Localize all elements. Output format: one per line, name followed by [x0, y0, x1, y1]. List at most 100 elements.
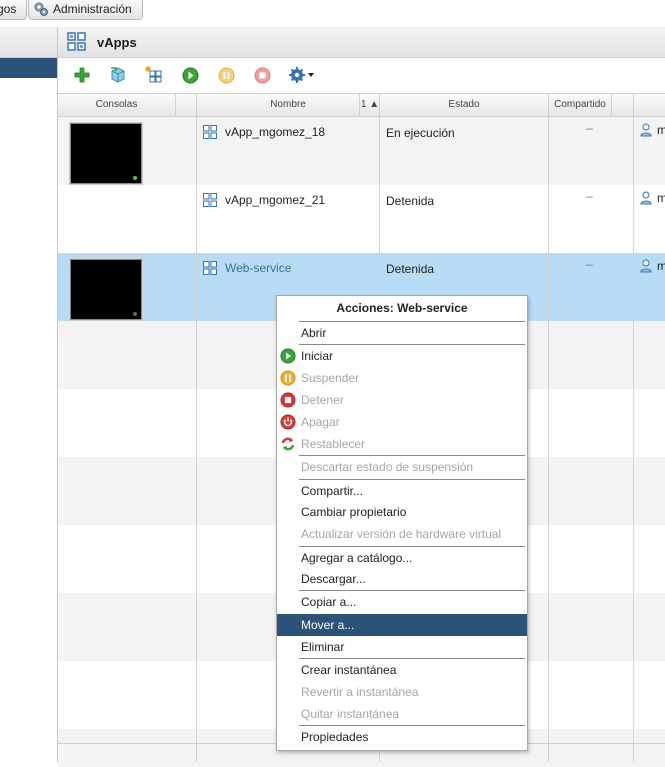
play-icon	[182, 67, 198, 83]
add-from-catalog-button[interactable]	[109, 66, 127, 84]
stopped-indicator-icon	[133, 312, 137, 316]
col-header-status[interactable]: Estado	[380, 94, 549, 116]
menu-item-label: Eliminar	[301, 640, 345, 654]
menu-item-label: Mover a...	[301, 618, 355, 632]
vapp-owner-name: m	[657, 191, 665, 205]
gear-icon	[289, 67, 314, 83]
plus-icon	[74, 67, 90, 83]
add-vapp-button[interactable]	[73, 66, 91, 84]
menu-item-move-to[interactable]: Mover a...	[277, 614, 527, 636]
menu-item-label: Descargar...	[301, 572, 366, 586]
tab-administration[interactable]: Administración	[28, 0, 143, 20]
vapp-icon	[203, 193, 217, 207]
table-row[interactable]: vApp_mgomez_18 En ejecución – m	[58, 117, 665, 185]
menu-item-open[interactable]: Abrir	[277, 322, 527, 344]
vapp-name-cell[interactable]: vApp_mgomez_18	[203, 125, 325, 139]
vapp-status: Detenida	[386, 262, 435, 276]
running-indicator-icon	[133, 176, 137, 180]
vapp-name: vApp_mgomez_18	[225, 125, 326, 139]
pause-icon	[280, 370, 296, 386]
top-tab-bar: gos Administración	[0, 0, 665, 21]
menu-item-label: Cambiar propietario	[301, 505, 407, 519]
vapp-name-cell[interactable]: vApp_mgomez_21	[203, 193, 325, 207]
vapp-owner-name: m	[657, 259, 665, 273]
user-icon	[640, 259, 652, 273]
vapp-owner-name: m	[657, 123, 665, 137]
col-header-owner[interactable]	[634, 94, 665, 116]
vapp-icon	[203, 125, 217, 139]
vapp-owner: m	[640, 259, 665, 273]
console-thumbnail[interactable]	[70, 123, 142, 184]
column-divider	[633, 117, 634, 762]
menu-item-upgrade-hardware: Actualizar versión de hardware virtual	[277, 523, 527, 545]
menu-item-label: Restablecer	[301, 437, 366, 451]
menu-item-share[interactable]: Compartir...	[277, 480, 527, 502]
vapp-name: Web-service	[225, 261, 292, 275]
vapp-status: En ejecución	[386, 126, 455, 140]
col-header-name[interactable]: Nombre	[197, 94, 380, 116]
user-icon	[640, 191, 652, 205]
stop-icon	[254, 67, 270, 83]
context-menu: Acciones: Web-service Abrir Iniciar Susp…	[276, 295, 528, 751]
menu-item-label: Copiar a...	[301, 595, 357, 609]
menu-item-create-snapshot[interactable]: Crear instantánea	[277, 659, 527, 681]
vapp-icon	[67, 32, 86, 51]
menu-item-revert-snapshot: Revertir a instantánea	[277, 681, 527, 703]
table-row[interactable]: vApp_mgomez_21 Detenida – m	[58, 185, 665, 253]
menu-item-properties[interactable]: Propiedades	[277, 726, 527, 748]
stop-button[interactable]	[253, 66, 271, 84]
column-divider	[196, 117, 197, 762]
menu-item-label: Abrir	[301, 326, 327, 340]
menu-item-label: Propiedades	[301, 730, 369, 744]
col-header-spacer	[176, 94, 197, 116]
play-icon	[280, 348, 296, 364]
menu-item-label: Quitar instantánea	[301, 707, 400, 721]
title-bar: vApps	[58, 27, 665, 58]
reset-icon	[281, 437, 295, 451]
menu-item-copy-to[interactable]: Copiar a...	[277, 591, 527, 613]
console-thumbnail[interactable]	[70, 259, 142, 320]
vapp-owner: m	[640, 123, 665, 137]
menu-item-delete[interactable]: Eliminar	[277, 636, 527, 658]
context-menu-title: Acciones: Web-service	[336, 301, 468, 315]
menu-item-label: Crear instantánea	[301, 663, 397, 677]
menu-item-discard-suspended-state: Descartar estado de suspensión	[277, 456, 527, 478]
menu-item-label: Revertir a instantánea	[301, 685, 419, 699]
menu-item-power-off: Apagar	[277, 411, 527, 433]
vapp-name-cell[interactable]: Web-service	[203, 261, 291, 275]
tab-catalogs-label: gos	[0, 1, 17, 16]
tab-catalogs[interactable]: gos	[0, 0, 27, 20]
menu-item-label: Detener	[301, 393, 344, 407]
settings-menu-button[interactable]	[289, 66, 315, 84]
vapp-shared: –	[586, 121, 593, 135]
suspend-button[interactable]	[217, 66, 235, 84]
col-header-consoles[interactable]: Consolas	[58, 94, 176, 116]
vapp-status: Detenida	[386, 194, 435, 208]
menu-item-reset: Restablecer	[277, 433, 527, 455]
page-title: vApps	[97, 34, 137, 50]
sort-indicator[interactable]: 1 ▲	[359, 94, 380, 116]
toolbar	[58, 58, 665, 92]
vapp-owner: m	[640, 191, 665, 205]
vapp-shared: –	[586, 257, 593, 271]
start-button[interactable]	[181, 66, 199, 84]
menu-item-label: Descartar estado de suspensión	[301, 460, 474, 474]
tab-administration-label: Administración	[53, 1, 132, 16]
col-header-spacer-2	[612, 94, 634, 116]
col-header-shared[interactable]: Compartido	[549, 94, 612, 116]
menu-item-change-owner[interactable]: Cambiar propietario	[277, 501, 527, 523]
new-vapp-button[interactable]	[145, 66, 163, 84]
vapp-icon	[203, 261, 217, 275]
stop-icon	[280, 392, 296, 408]
left-nav-selected-item[interactable]	[0, 58, 57, 78]
left-navigation-pane	[0, 27, 58, 762]
menu-item-add-to-catalog[interactable]: Agregar a catálogo...	[277, 547, 527, 569]
cube-icon	[111, 67, 125, 83]
menu-item-start[interactable]: Iniciar	[277, 345, 527, 367]
menu-item-download[interactable]: Descargar...	[277, 568, 527, 590]
menu-item-stop: Detener	[277, 389, 527, 411]
left-pane-header	[0, 27, 57, 58]
menu-item-remove-snapshot: Quitar instantánea	[277, 703, 527, 725]
menu-item-label: Iniciar	[301, 349, 334, 363]
menu-item-label: Compartir...	[301, 484, 364, 498]
